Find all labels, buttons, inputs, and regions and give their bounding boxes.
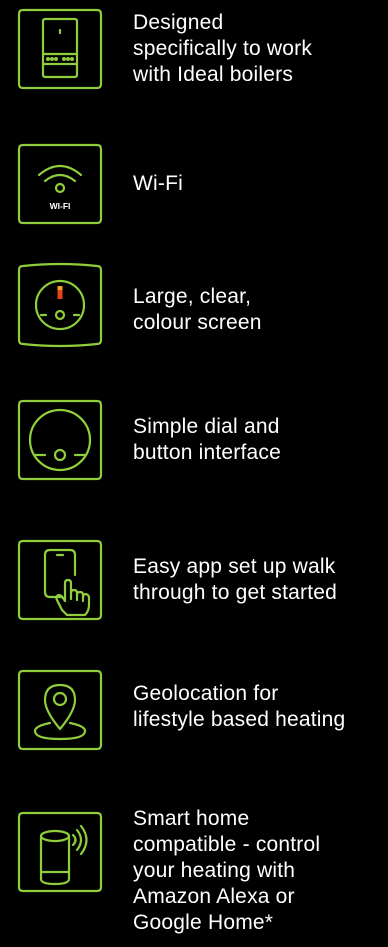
colour-screen-icon: [17, 262, 103, 348]
feature-label: Wi-Fi: [133, 172, 183, 195]
dial-button-icon: [17, 397, 103, 483]
wifi-icon-label: WI-FI: [50, 201, 71, 211]
smart-speaker-icon: [17, 809, 103, 895]
feature-label: Geolocation for lifestyle based heating: [133, 682, 346, 731]
feature-label: Easy app set up walk through to get star…: [133, 555, 338, 604]
feature-label: Designed specifically to work with Ideal…: [133, 11, 313, 86]
location-pin-icon: [17, 667, 103, 753]
feature-label: Simple dial and button interface: [133, 415, 281, 464]
boiler-icon: [17, 6, 103, 92]
wifi-icon: WI-FI: [17, 141, 103, 227]
phone-tap-icon: [17, 537, 103, 623]
feature-label: Large, clear, colour screen: [133, 285, 262, 334]
feature-label: Smart home compatible - control your hea…: [133, 807, 321, 934]
